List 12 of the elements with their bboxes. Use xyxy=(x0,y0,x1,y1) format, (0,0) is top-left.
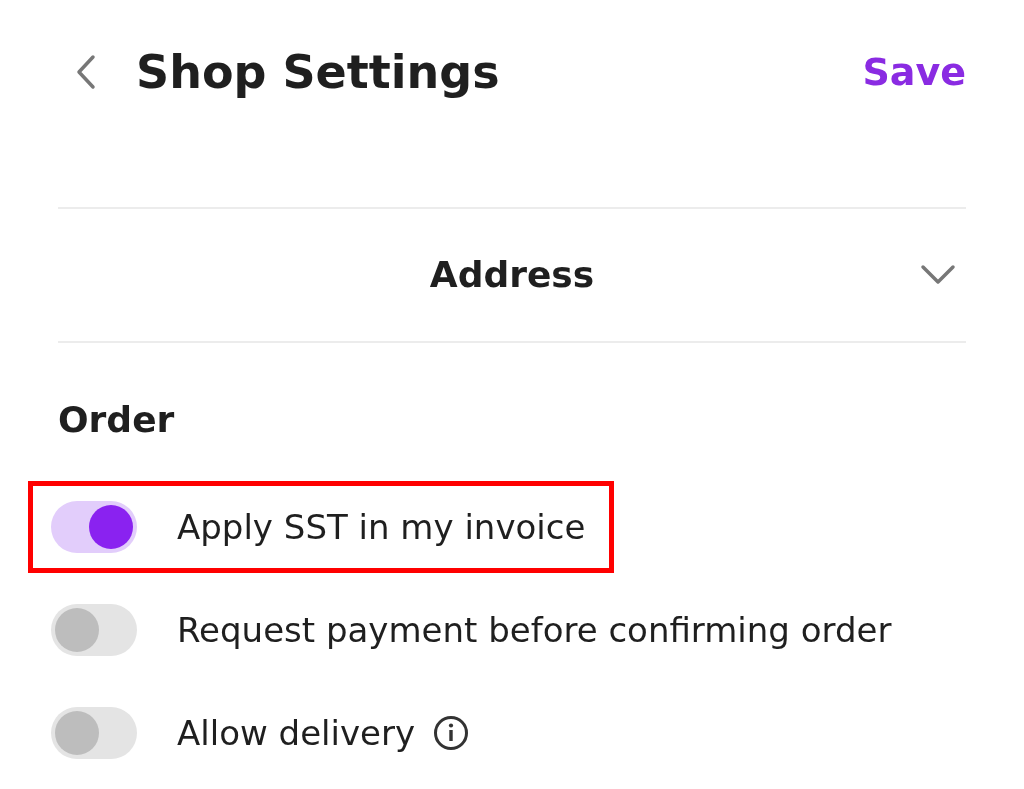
address-section-header[interactable]: Address xyxy=(58,209,966,341)
page-title: Shop Settings xyxy=(136,43,500,101)
toggle-label: Allow delivery xyxy=(177,711,416,755)
save-button[interactable]: Save xyxy=(862,43,966,101)
toggle-switch[interactable] xyxy=(51,501,137,553)
toggle-label: Request payment before confirming order xyxy=(177,608,892,652)
section-title: Order xyxy=(58,398,176,442)
info-icon[interactable] xyxy=(433,715,470,751)
toggle-switch[interactable] xyxy=(51,604,137,656)
toggle-switch[interactable] xyxy=(51,707,137,759)
toggle-label: Apply SST in my invoice xyxy=(177,505,586,549)
back-icon xyxy=(75,54,97,90)
